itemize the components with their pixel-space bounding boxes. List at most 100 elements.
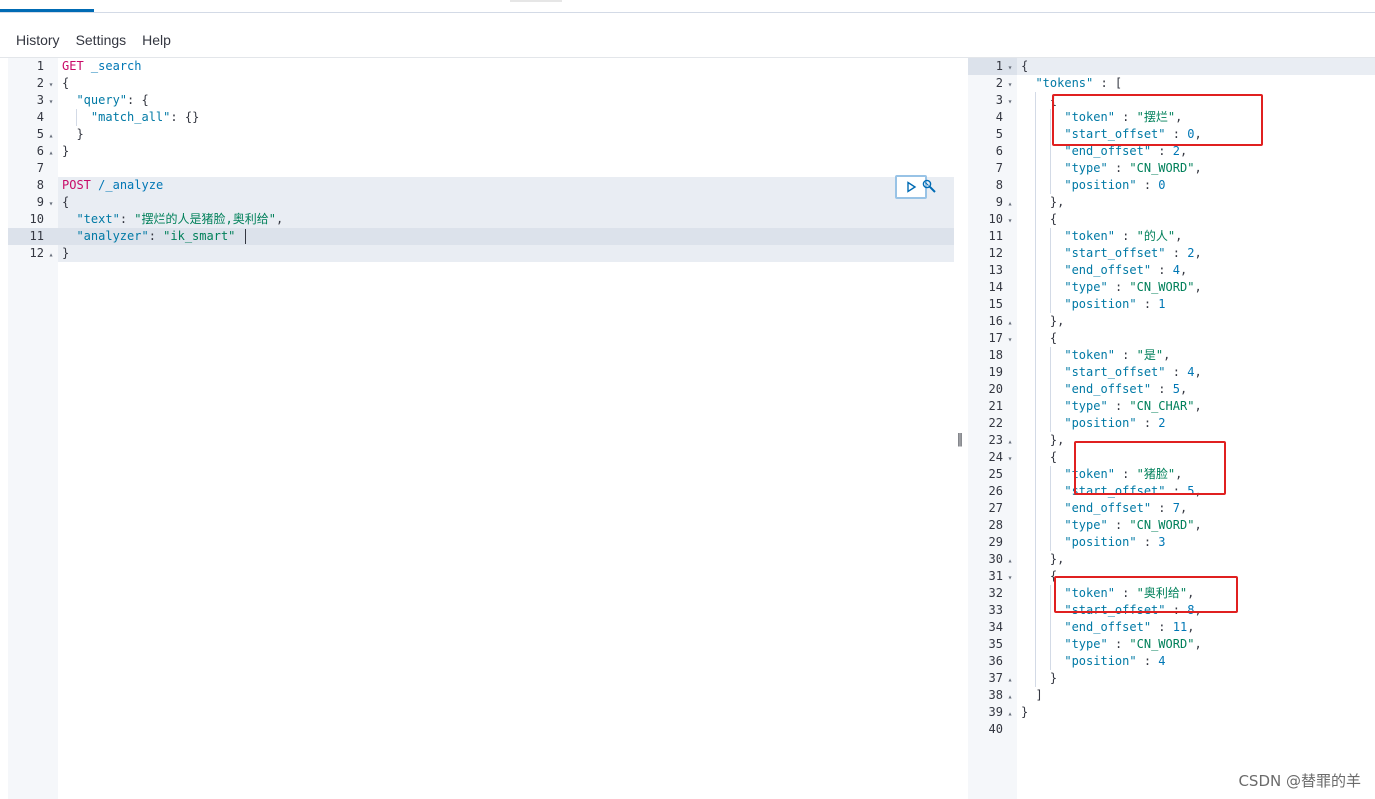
code-token: 11 [1172, 620, 1188, 634]
fold-toggle-icon[interactable]: ▴ [1003, 705, 1017, 722]
code-line-text: { [62, 75, 69, 92]
line-number: 6 [968, 143, 1017, 160]
code-line-text: { [1021, 58, 1028, 75]
request-actions-button[interactable] [920, 176, 938, 196]
menu-help[interactable]: Help [134, 26, 179, 54]
line-number: 12 [968, 245, 1017, 262]
tab-indicator [510, 0, 562, 2]
code-line-text: ] [1021, 687, 1042, 704]
line-number-text: 29 [988, 535, 1003, 549]
line-number: 32 [968, 585, 1017, 602]
code-line-text: "type" : "CN_WORD", [1021, 279, 1201, 296]
fold-toggle-icon[interactable]: ▾ [44, 93, 58, 110]
code-token: 3 [1158, 535, 1166, 549]
code-token: "position" [1064, 416, 1137, 430]
fold-toggle-icon[interactable]: ▾ [1003, 93, 1017, 110]
fold-toggle-icon[interactable]: ▾ [1003, 331, 1017, 348]
code-line: "end_offset" : 7, [1017, 500, 1375, 517]
line-number: 8 [968, 177, 1017, 194]
fold-toggle-icon[interactable]: ▾ [1003, 450, 1017, 467]
code-line: { [1017, 211, 1375, 228]
fold-toggle-icon[interactable]: ▾ [1003, 59, 1017, 76]
request-editor[interactable]: 1 2 ▾ 3 ▾ 4 5 ▴ 6 ▴ 7 8 9 ▾ 10 11 12 ▴ GET _search{ "quer… [8, 58, 954, 799]
menu-history[interactable]: History [0, 26, 68, 54]
fold-toggle-icon[interactable]: ▴ [1003, 671, 1017, 688]
line-number-text: 33 [988, 603, 1003, 617]
code-line-text: "text": "摆烂的人是猪脸,奥利给", [62, 211, 283, 228]
fold-toggle-icon[interactable]: ▾ [1003, 569, 1017, 586]
line-number: 17 ▾ [968, 330, 1017, 347]
code-line-text: "token" : "是", [1021, 347, 1170, 364]
code-token: "CN_WORD" [1129, 518, 1195, 532]
request-editor-code[interactable]: GET _search{ "query": { "match_all": {} … [58, 58, 954, 799]
fold-toggle-icon[interactable]: ▴ [44, 246, 58, 263]
line-number-text: 12 [29, 246, 44, 260]
line-number: 37 ▴ [968, 670, 1017, 687]
fold-toggle-icon[interactable]: ▴ [1003, 195, 1017, 212]
code-token: "ik_smart" [163, 229, 236, 243]
response-editor-code[interactable]: { "tokens" : [ { "token" : "摆烂", "start_… [1017, 58, 1375, 799]
line-number: 29 [968, 534, 1017, 551]
line-number-text: 24 [988, 450, 1003, 464]
code-line: GET _search [58, 58, 954, 75]
fold-toggle-icon[interactable]: ▾ [1003, 76, 1017, 93]
code-token: "token" [1064, 348, 1115, 362]
code-token: , [1194, 246, 1202, 260]
fold-toggle-icon[interactable]: ▴ [1003, 314, 1017, 331]
code-line: }, [1017, 313, 1375, 330]
fold-toggle-icon[interactable]: ▾ [44, 195, 58, 212]
code-token: "end_offset" [1064, 382, 1152, 396]
code-line-text: } [62, 143, 69, 160]
line-number-text: 31 [988, 569, 1003, 583]
code-line-text: "end_offset" : 7, [1021, 500, 1187, 517]
line-number-text: 16 [988, 314, 1003, 328]
fold-toggle-icon[interactable]: ▾ [44, 76, 58, 93]
code-token: : [1114, 229, 1137, 243]
code-token: , [1179, 501, 1188, 515]
code-token: } [1021, 705, 1029, 719]
line-number: 9 ▾ [8, 194, 58, 211]
response-editor[interactable]: 1 ▾ 2 ▾ 3 ▾ 4 5 6 7 8 9 ▴ 10 ▾ 11 12 13 14 15 16 ▴ 17 ▾ 18 19 20 21… [968, 58, 1375, 799]
fold-toggle-icon[interactable]: ▾ [1003, 212, 1017, 229]
console-menu-bar: History Settings Help [0, 26, 179, 54]
line-number: 19 [968, 364, 1017, 381]
fold-toggle-icon[interactable]: ▴ [44, 144, 58, 161]
code-token: : [1151, 501, 1173, 515]
code-line: "text": "摆烂的人是猪脸,奥利给", [58, 211, 954, 228]
fold-toggle-icon[interactable]: ▴ [1003, 433, 1017, 450]
code-line-text: "query": { [62, 92, 149, 109]
menu-settings[interactable]: Settings [68, 26, 135, 54]
code-line-text: "end_offset" : 4, [1021, 262, 1187, 279]
fold-toggle-icon[interactable]: ▴ [1003, 552, 1017, 569]
code-line: "type" : "CN_WORD", [1017, 636, 1375, 653]
fold-toggle-icon[interactable]: ▴ [1003, 688, 1017, 705]
code-line-text: { [1021, 568, 1057, 585]
code-token: 4 [1158, 654, 1166, 668]
line-number: 24 ▾ [968, 449, 1017, 466]
code-token: : [1136, 416, 1159, 430]
line-number-text: 4 [995, 110, 1003, 124]
code-line-text: } [62, 126, 83, 143]
code-line: POST /_analyze [58, 177, 954, 194]
line-number-text: 15 [988, 297, 1003, 311]
code-token: : { [127, 93, 149, 107]
line-number-text: 19 [988, 365, 1003, 379]
code-token: : [1107, 518, 1130, 532]
fold-toggle-icon[interactable]: ▴ [44, 127, 58, 144]
line-number-text: 17 [988, 331, 1003, 345]
indent-guide [1050, 347, 1051, 432]
code-line-text: "end_offset" : 11, [1021, 619, 1194, 636]
line-number-text: 1 [995, 59, 1003, 73]
line-number: 12 ▴ [8, 245, 58, 262]
line-number: 1 [8, 58, 58, 75]
panel-resizer[interactable]: ‖ [955, 432, 965, 454]
